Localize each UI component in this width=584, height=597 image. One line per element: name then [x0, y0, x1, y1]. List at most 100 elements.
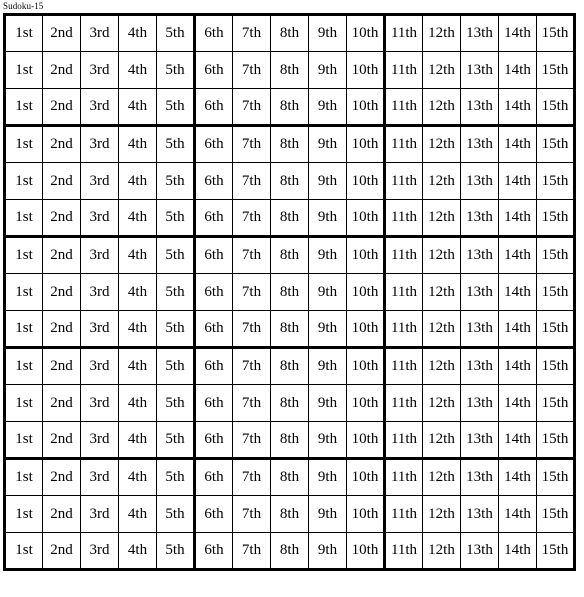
- grid-cell[interactable]: 2nd: [42, 124, 81, 163]
- grid-cell[interactable]: 13th: [460, 199, 499, 238]
- grid-cell[interactable]: 3rd: [80, 124, 119, 163]
- grid-cell[interactable]: 10th: [346, 199, 386, 238]
- grid-cell[interactable]: 15th: [536, 162, 575, 200]
- grid-cell[interactable]: 8th: [270, 162, 309, 200]
- grid-cell[interactable]: 5th: [156, 88, 196, 127]
- grid-cell[interactable]: 6th: [193, 346, 233, 385]
- grid-cell[interactable]: 8th: [270, 88, 309, 127]
- grid-cell[interactable]: 13th: [460, 124, 499, 163]
- grid-cell[interactable]: 11th: [383, 421, 423, 460]
- grid-cell[interactable]: 3rd: [80, 199, 119, 238]
- grid-cell[interactable]: 5th: [156, 532, 196, 570]
- grid-cell[interactable]: 12th: [422, 51, 461, 89]
- grid-cell[interactable]: 6th: [193, 235, 233, 274]
- grid-cell[interactable]: 1st: [4, 310, 43, 349]
- grid-cell[interactable]: 15th: [536, 88, 575, 127]
- grid-cell[interactable]: 15th: [536, 273, 575, 311]
- grid-cell[interactable]: 7th: [232, 124, 271, 163]
- grid-cell[interactable]: 10th: [346, 51, 386, 89]
- grid-cell[interactable]: 12th: [422, 421, 461, 460]
- grid-cell[interactable]: 13th: [460, 310, 499, 349]
- grid-cell[interactable]: 9th: [308, 162, 347, 200]
- grid-cell[interactable]: 1st: [4, 421, 43, 460]
- grid-cell[interactable]: 7th: [232, 235, 271, 274]
- grid-cell[interactable]: 5th: [156, 495, 196, 533]
- grid-cell[interactable]: 2nd: [42, 273, 81, 311]
- grid-cell[interactable]: 4th: [118, 124, 157, 163]
- grid-cell[interactable]: 9th: [308, 310, 347, 349]
- grid-cell[interactable]: 1st: [4, 457, 43, 496]
- grid-cell[interactable]: 9th: [308, 384, 347, 422]
- grid-cell[interactable]: 8th: [270, 346, 309, 385]
- grid-cell[interactable]: 9th: [308, 51, 347, 89]
- grid-cell[interactable]: 2nd: [42, 346, 81, 385]
- grid-cell[interactable]: 14th: [498, 14, 537, 52]
- grid-cell[interactable]: 6th: [193, 124, 233, 163]
- grid-cell[interactable]: 13th: [460, 457, 499, 496]
- grid-cell[interactable]: 10th: [346, 124, 386, 163]
- grid-cell[interactable]: 15th: [536, 199, 575, 238]
- grid-cell[interactable]: 9th: [308, 457, 347, 496]
- grid-cell[interactable]: 9th: [308, 235, 347, 274]
- grid-cell[interactable]: 13th: [460, 421, 499, 460]
- grid-cell[interactable]: 14th: [498, 162, 537, 200]
- grid-cell[interactable]: 10th: [346, 495, 386, 533]
- grid-cell[interactable]: 1st: [4, 235, 43, 274]
- grid-cell[interactable]: 13th: [460, 346, 499, 385]
- grid-cell[interactable]: 5th: [156, 51, 196, 89]
- grid-cell[interactable]: 6th: [193, 532, 233, 570]
- grid-cell[interactable]: 11th: [383, 51, 423, 89]
- grid-cell[interactable]: 3rd: [80, 88, 119, 127]
- grid-cell[interactable]: 1st: [4, 346, 43, 385]
- grid-cell[interactable]: 11th: [383, 532, 423, 570]
- grid-cell[interactable]: 5th: [156, 199, 196, 238]
- grid-cell[interactable]: 9th: [308, 421, 347, 460]
- grid-cell[interactable]: 14th: [498, 51, 537, 89]
- grid-cell[interactable]: 15th: [536, 235, 575, 274]
- grid-cell[interactable]: 10th: [346, 346, 386, 385]
- grid-cell[interactable]: 14th: [498, 532, 537, 570]
- grid-cell[interactable]: 4th: [118, 532, 157, 570]
- grid-cell[interactable]: 2nd: [42, 162, 81, 200]
- grid-cell[interactable]: 3rd: [80, 346, 119, 385]
- grid-cell[interactable]: 3rd: [80, 273, 119, 311]
- grid-cell[interactable]: 3rd: [80, 495, 119, 533]
- grid-cell[interactable]: 8th: [270, 457, 309, 496]
- grid-cell[interactable]: 4th: [118, 162, 157, 200]
- grid-cell[interactable]: 12th: [422, 532, 461, 570]
- grid-cell[interactable]: 14th: [498, 495, 537, 533]
- grid-cell[interactable]: 11th: [383, 384, 423, 422]
- grid-cell[interactable]: 7th: [232, 495, 271, 533]
- grid-cell[interactable]: 11th: [383, 310, 423, 349]
- grid-cell[interactable]: 8th: [270, 532, 309, 570]
- grid-cell[interactable]: 11th: [383, 495, 423, 533]
- grid-cell[interactable]: 5th: [156, 421, 196, 460]
- grid-cell[interactable]: 13th: [460, 273, 499, 311]
- grid-cell[interactable]: 8th: [270, 14, 309, 52]
- grid-cell[interactable]: 10th: [346, 421, 386, 460]
- grid-cell[interactable]: 4th: [118, 199, 157, 238]
- grid-cell[interactable]: 8th: [270, 124, 309, 163]
- grid-cell[interactable]: 2nd: [42, 14, 81, 52]
- grid-cell[interactable]: 3rd: [80, 532, 119, 570]
- grid-cell[interactable]: 7th: [232, 384, 271, 422]
- grid-cell[interactable]: 6th: [193, 457, 233, 496]
- grid-cell[interactable]: 1st: [4, 124, 43, 163]
- grid-cell[interactable]: 3rd: [80, 421, 119, 460]
- grid-cell[interactable]: 15th: [536, 532, 575, 570]
- grid-cell[interactable]: 8th: [270, 310, 309, 349]
- grid-cell[interactable]: 14th: [498, 199, 537, 238]
- grid-cell[interactable]: 13th: [460, 162, 499, 200]
- grid-cell[interactable]: 4th: [118, 346, 157, 385]
- grid-cell[interactable]: 15th: [536, 51, 575, 89]
- grid-cell[interactable]: 12th: [422, 495, 461, 533]
- grid-cell[interactable]: 3rd: [80, 384, 119, 422]
- grid-cell[interactable]: 4th: [118, 310, 157, 349]
- grid-cell[interactable]: 11th: [383, 273, 423, 311]
- grid-cell[interactable]: 1st: [4, 273, 43, 311]
- grid-cell[interactable]: 13th: [460, 235, 499, 274]
- grid-cell[interactable]: 4th: [118, 384, 157, 422]
- grid-cell[interactable]: 7th: [232, 532, 271, 570]
- grid-cell[interactable]: 8th: [270, 235, 309, 274]
- grid-cell[interactable]: 12th: [422, 124, 461, 163]
